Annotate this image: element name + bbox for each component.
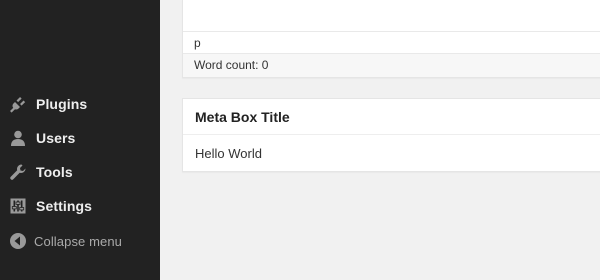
sidebar-item-plugins[interactable]: Plugins xyxy=(0,87,160,121)
meta-box-content: Hello World xyxy=(195,145,262,161)
collapse-menu-label: Collapse menu xyxy=(34,233,123,249)
wrench-icon xyxy=(8,162,28,182)
sidebar-item-label: Plugins xyxy=(36,96,88,112)
collapse-arrow-icon xyxy=(8,231,28,251)
sidebar-item-label: Users xyxy=(36,130,76,146)
sidebar-item-settings[interactable]: Settings xyxy=(0,189,160,223)
collapse-menu-button[interactable]: Collapse menu xyxy=(0,224,160,258)
word-count: Word count: 0 xyxy=(183,54,600,77)
meta-box-header[interactable]: Meta Box Title xyxy=(183,99,600,135)
meta-box-title: Meta Box Title xyxy=(195,108,290,125)
post-editor: p Word count: 0 xyxy=(182,0,600,78)
editor-path: p xyxy=(183,32,600,54)
sidebar-item-label: Tools xyxy=(36,164,73,180)
plug-icon xyxy=(8,94,28,114)
user-icon xyxy=(8,128,28,148)
sidebar-item-label: Settings xyxy=(36,198,93,214)
editor-text-area[interactable] xyxy=(183,0,600,32)
meta-box: Meta Box Title Hello World xyxy=(182,98,600,172)
sliders-icon xyxy=(8,196,28,216)
sidebar-item-tools[interactable]: Tools xyxy=(0,155,160,189)
sidebar-item-users[interactable]: Users xyxy=(0,121,160,155)
admin-sidebar: Plugins Users Tools Settings Collapse me… xyxy=(0,0,160,280)
